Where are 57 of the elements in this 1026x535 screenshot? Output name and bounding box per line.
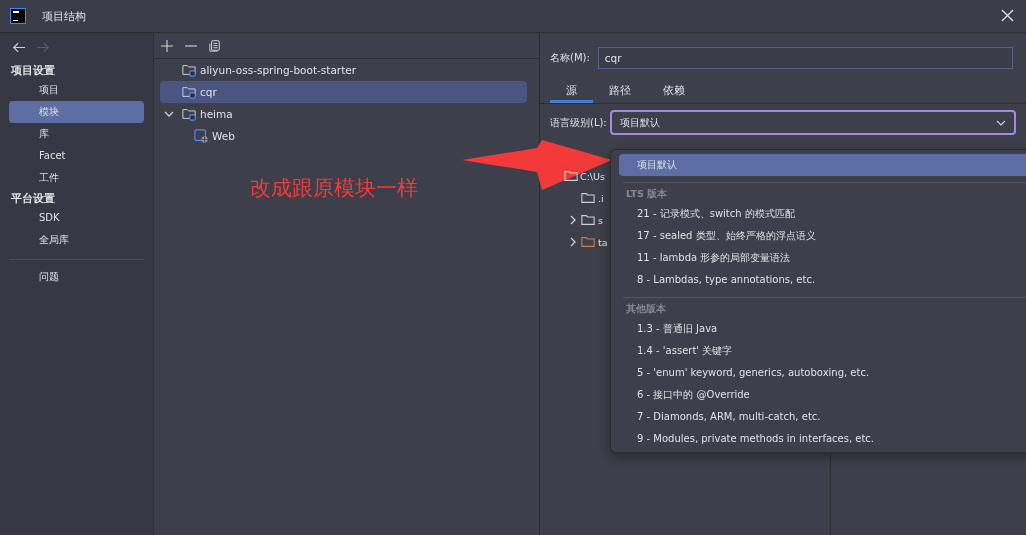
- copy-icon[interactable]: [209, 39, 221, 52]
- source-folder-label: C:\Us: [580, 170, 605, 182]
- language-level-label: 语言级别(L):: [550, 115, 607, 130]
- module-folder-icon: [182, 107, 196, 121]
- app-logo-icon: [10, 8, 26, 24]
- sidebar-item[interactable]: 模块: [9, 101, 144, 123]
- sidebar-item[interactable]: SDK: [9, 207, 144, 229]
- source-folder-label: ta: [598, 236, 608, 248]
- module-row[interactable]: Web: [160, 125, 527, 147]
- menu-option[interactable]: 1.3 - 普通旧 Java: [619, 318, 1026, 340]
- menu-option[interactable]: 9 - Modules, private methods in interfaces, etc.: [619, 428, 1026, 450]
- menu-option[interactable]: 项目默认: [619, 154, 1026, 176]
- chevron-right-icon[interactable]: [568, 215, 578, 225]
- back-arrow-icon[interactable]: [12, 41, 26, 53]
- module-row[interactable]: heima: [160, 103, 527, 125]
- folder-icon: [564, 169, 578, 183]
- close-icon[interactable]: [1001, 9, 1014, 22]
- menu-option[interactable]: 11 - lambda 形参的局部变量语法: [619, 247, 1026, 269]
- menu-option[interactable]: 21 - 记录模式、switch 的模式匹配: [619, 203, 1026, 225]
- chevron-right-icon[interactable]: [568, 237, 578, 247]
- folder-icon: [581, 191, 595, 205]
- tab[interactable]: 依赖: [647, 79, 701, 103]
- name-input-field[interactable]: cqr: [597, 47, 1013, 69]
- chevron-icon[interactable]: [164, 109, 174, 119]
- menu-group-header: 其他版本: [625, 302, 667, 316]
- sidebar-item[interactable]: Facet: [9, 145, 144, 167]
- folder-icon: [581, 235, 595, 249]
- sidebar-heading: 项目设置: [10, 63, 56, 79]
- module-row[interactable]: aliyun-oss-spring-boot-starter: [160, 59, 527, 81]
- source-folder-label: s: [598, 214, 603, 226]
- module-row[interactable]: cqr: [160, 81, 527, 103]
- annotation-text: 改成跟原模块一样: [250, 175, 418, 202]
- source-folder-label: .i: [598, 192, 604, 204]
- menu-option[interactable]: 7 - Diamonds, ARM, multi-catch, etc.: [619, 406, 1026, 428]
- menu-option[interactable]: 17 - sealed 类型、始终严格的浮点语义: [619, 225, 1026, 247]
- name-label: 名称(M):: [550, 51, 590, 65]
- menu-option[interactable]: 5 - 'enum' keyword, generics, autoboxing, etc.: [619, 362, 1026, 384]
- add-icon[interactable]: [161, 39, 173, 52]
- language-level-dropdown[interactable]: 项目默认: [609, 110, 1016, 135]
- module-folder-icon: [182, 63, 196, 77]
- menu-option[interactable]: 1.4 - 'assert' 关键字: [619, 340, 1026, 362]
- sidebar-item[interactable]: 库: [9, 123, 144, 145]
- folder-icon: [581, 213, 595, 227]
- sidebar-item[interactable]: 问题: [9, 266, 144, 288]
- web-facet-icon: [194, 129, 208, 143]
- sidebar-heading: 平台设置: [10, 191, 56, 207]
- menu-group-header: LTS 版本: [625, 187, 669, 201]
- sidebar-item[interactable]: 项目: [9, 79, 144, 101]
- module-folder-icon: [182, 85, 196, 99]
- tab[interactable]: 路径: [593, 79, 647, 103]
- menu-option[interactable]: 8 - Lambdas, type annotations, etc.: [619, 269, 1026, 291]
- chevron-down-icon: [996, 119, 1006, 126]
- menu-option[interactable]: 6 - 接口中的 @Override: [619, 384, 1026, 406]
- sidebar-item[interactable]: 工件: [9, 167, 144, 189]
- window-title: 项目结构: [42, 8, 86, 24]
- tab[interactable]: 源: [550, 79, 593, 103]
- sidebar-item[interactable]: 全局库: [9, 229, 144, 251]
